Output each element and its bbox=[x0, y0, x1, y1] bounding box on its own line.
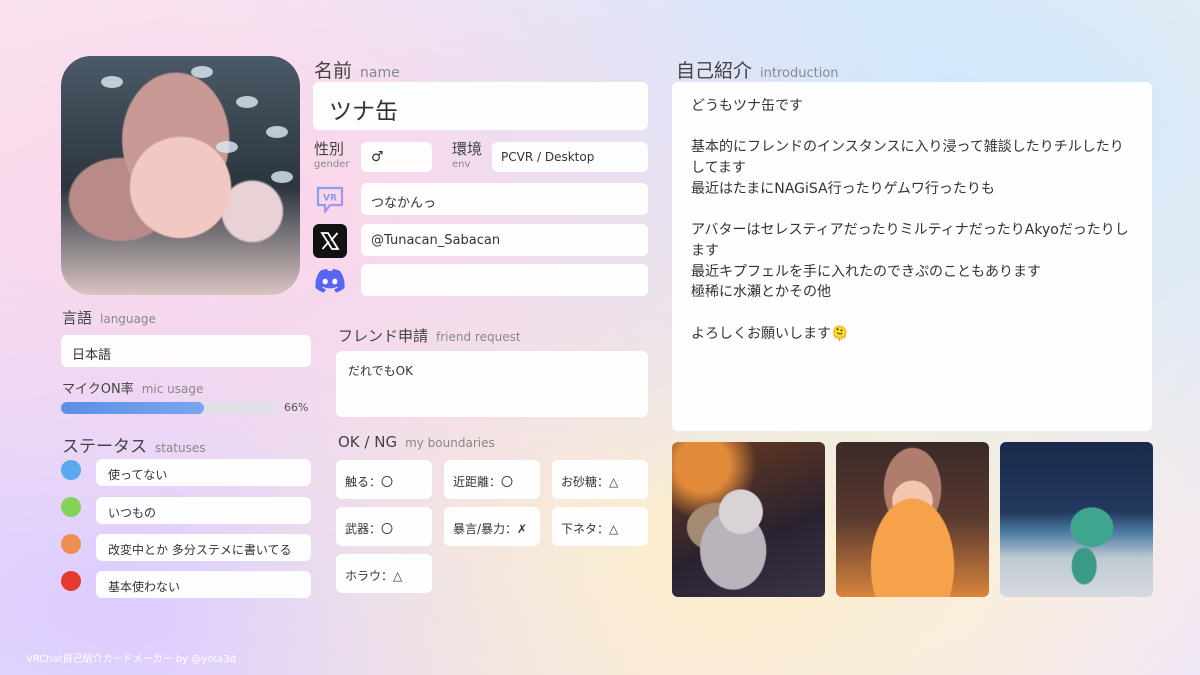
intro-text: どうもツナ缶です 基本的にフレンドのインスタンスに入り浸って雑談したりチルしたり… bbox=[691, 98, 1129, 342]
status-text: 使ってない bbox=[108, 468, 168, 482]
gallery-photo-2 bbox=[836, 442, 989, 597]
boundary-item: 暴言/暴力：✗ bbox=[444, 507, 540, 546]
status-text: 基本使わない bbox=[108, 580, 181, 594]
name-field: ツナ缶 bbox=[313, 82, 648, 130]
intro-label: 自己紹介 introduction bbox=[676, 60, 839, 82]
status-dot-blue bbox=[61, 460, 81, 480]
boundary-text: お砂糖：△ bbox=[561, 475, 619, 489]
name-value: ツナ缶 bbox=[329, 99, 398, 125]
x-account-value: @Tunacan_Sabacan bbox=[371, 233, 501, 248]
gender-field: ♂ bbox=[361, 142, 432, 172]
name-label: 名前 name bbox=[314, 60, 400, 82]
gender-value: ♂ bbox=[371, 149, 384, 165]
env-value: PCVR / Desktop bbox=[501, 150, 595, 164]
status-dot-orange bbox=[61, 534, 81, 554]
status-item: 改変中とか 多分ステメに書いてる bbox=[96, 534, 311, 561]
boundary-item: お砂糖：△ bbox=[552, 460, 648, 499]
status-dot-red bbox=[61, 571, 81, 591]
x-account-field: @Tunacan_Sabacan bbox=[361, 224, 648, 256]
boundary-text: 下ネタ：△ bbox=[561, 522, 619, 536]
boundary-item: 下ネタ：△ bbox=[552, 507, 648, 546]
env-field: PCVR / Desktop bbox=[492, 142, 648, 172]
friend-request-value: だれでもOK bbox=[348, 364, 413, 378]
language-value: 日本語 bbox=[72, 348, 112, 363]
footer-credit: VRChat自己紹介カードメーカー by @yota3d bbox=[26, 654, 237, 665]
vrchat-account-value: つなかんっ bbox=[371, 196, 437, 211]
discord-account-field bbox=[361, 264, 648, 296]
boundary-text: 暴言/暴力：✗ bbox=[453, 522, 528, 536]
env-label: 環境 env bbox=[452, 140, 483, 171]
svg-text:VR: VR bbox=[323, 194, 337, 204]
mic-usage-label: マイクON率 mic usage bbox=[62, 382, 204, 397]
language-label: 言語 language bbox=[62, 309, 156, 327]
discord-logo-icon bbox=[313, 264, 347, 298]
friend-request-label: フレンド申請 friend request bbox=[338, 327, 521, 345]
avatar-image bbox=[61, 56, 300, 295]
status-item: 基本使わない bbox=[96, 571, 311, 598]
language-field: 日本語 bbox=[61, 335, 311, 367]
status-text: 改変中とか 多分ステメに書いてる bbox=[108, 543, 292, 557]
boundary-text: 近距離：〇 bbox=[453, 475, 514, 489]
boundaries-label: OK / NG my boundaries bbox=[338, 433, 495, 451]
boundary-text: ホラウ：△ bbox=[345, 569, 403, 583]
status-text: いつもの bbox=[108, 506, 157, 520]
boundary-item: 武器：〇 bbox=[336, 507, 432, 546]
boundary-text: 武器：〇 bbox=[345, 522, 394, 536]
vrchat-logo-icon: VR bbox=[313, 183, 347, 217]
mic-usage-bar-fill bbox=[61, 402, 205, 414]
vrchat-account-field: つなかんっ bbox=[361, 183, 648, 215]
gender-label: 性別 gender bbox=[314, 140, 350, 171]
status-dot-green bbox=[61, 497, 81, 517]
gallery-photo-3 bbox=[1000, 442, 1153, 597]
boundary-item: ホラウ：△ bbox=[336, 554, 432, 593]
boundary-item: 触る：〇 bbox=[336, 460, 432, 499]
gallery-photo-1 bbox=[672, 442, 825, 597]
mic-usage-value: 66% bbox=[284, 401, 309, 414]
boundary-item: 近距離：〇 bbox=[444, 460, 540, 499]
mic-usage-bar bbox=[61, 402, 278, 414]
friend-request-field: だれでもOK bbox=[336, 351, 648, 417]
boundary-text: 触る：〇 bbox=[345, 475, 394, 489]
x-logo-icon bbox=[313, 224, 347, 258]
status-item: 使ってない bbox=[96, 459, 311, 486]
status-item: いつもの bbox=[96, 497, 311, 524]
statuses-label: ステータス statuses bbox=[62, 437, 206, 457]
